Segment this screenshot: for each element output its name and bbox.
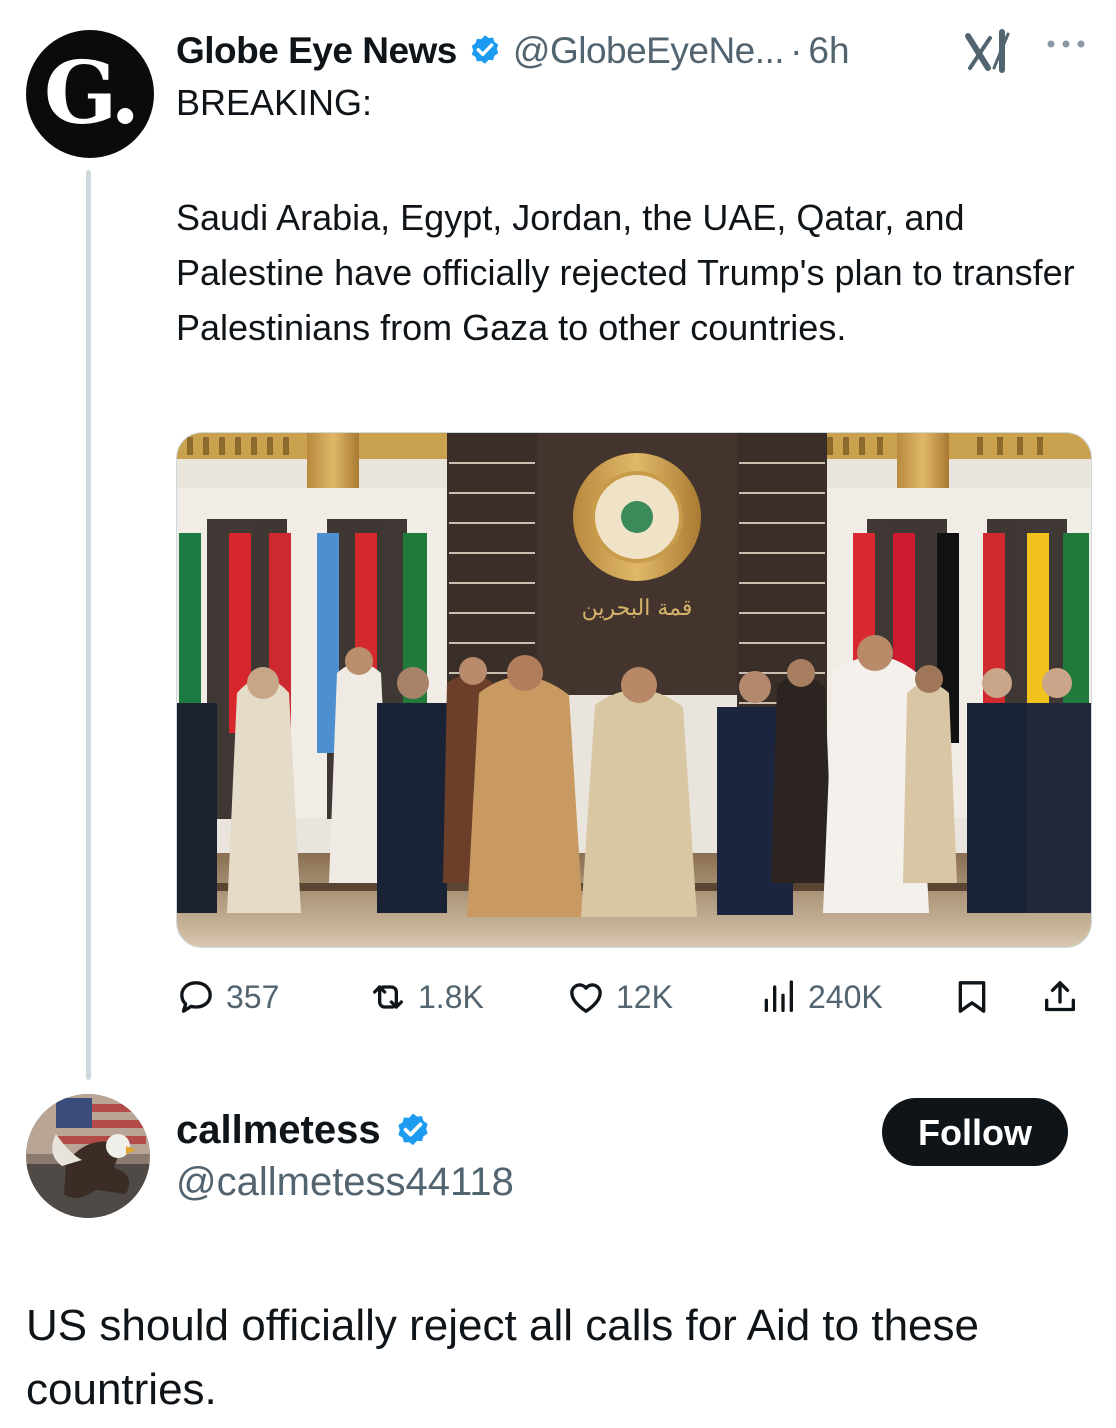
x-grok-icon[interactable]: [964, 28, 1018, 74]
share-button[interactable]: [1040, 970, 1090, 1024]
avatar-letter: G.: [43, 43, 140, 144]
tweet-body: Saudi Arabia, Egypt, Jordan, the UAE, Qa…: [176, 197, 1075, 348]
views-count: 240K: [808, 978, 883, 1015]
tweet-header: Globe Eye News @GlobeEyeNe... · 6h: [176, 26, 850, 76]
reply-avatar[interactable]: [26, 1094, 150, 1218]
reply-body: US should officially reject all calls fo…: [26, 1301, 979, 1414]
tweet-photo[interactable]: قمة البحرين: [176, 432, 1092, 948]
reply-author: callmetess: [176, 1108, 443, 1153]
like-count: 12K: [616, 978, 673, 1015]
repost-count: 1.8K: [418, 978, 484, 1015]
bookmark-icon: [958, 981, 986, 1013]
verified-badge-icon: [397, 1113, 428, 1145]
more-icon[interactable]: [1044, 34, 1088, 54]
reply-button[interactable]: 357: [176, 970, 279, 1024]
separator-dot: ·: [790, 30, 803, 71]
follow-button[interactable]: Follow: [882, 1098, 1068, 1166]
share-icon: [1045, 981, 1075, 1012]
breaking-label: BREAKING:: [176, 82, 373, 123]
reply-author-name[interactable]: callmetess: [176, 1108, 381, 1153]
author-name[interactable]: Globe Eye News: [176, 30, 457, 72]
tweet-time[interactable]: 6h: [808, 30, 849, 72]
views-button[interactable]: 240K: [758, 970, 883, 1024]
tweet-actions: 357 1.8K 12K 240K: [176, 970, 1090, 1024]
verified-badge-icon: [471, 35, 499, 64]
views-icon: [764, 980, 793, 1012]
reply-handle[interactable]: @callmetess44118: [176, 1160, 514, 1205]
bookmark-button[interactable]: [952, 970, 1002, 1024]
author-handle[interactable]: @GlobeEyeNe...: [513, 30, 785, 72]
reply-count: 357: [226, 978, 280, 1015]
summit-group-photo: قمة البحرين: [177, 433, 1091, 947]
thread-line: [86, 170, 91, 1080]
repost-icon: [373, 985, 403, 1009]
eagle-flag-avatar-image: [26, 1094, 150, 1218]
repost-button[interactable]: 1.8K: [368, 970, 484, 1024]
photo-caption-arabic: قمة البحرين: [582, 596, 693, 621]
like-icon: [570, 983, 602, 1013]
reply-icon: [180, 981, 212, 1013]
like-button[interactable]: 12K: [566, 970, 673, 1024]
avatar[interactable]: G.: [26, 30, 154, 158]
